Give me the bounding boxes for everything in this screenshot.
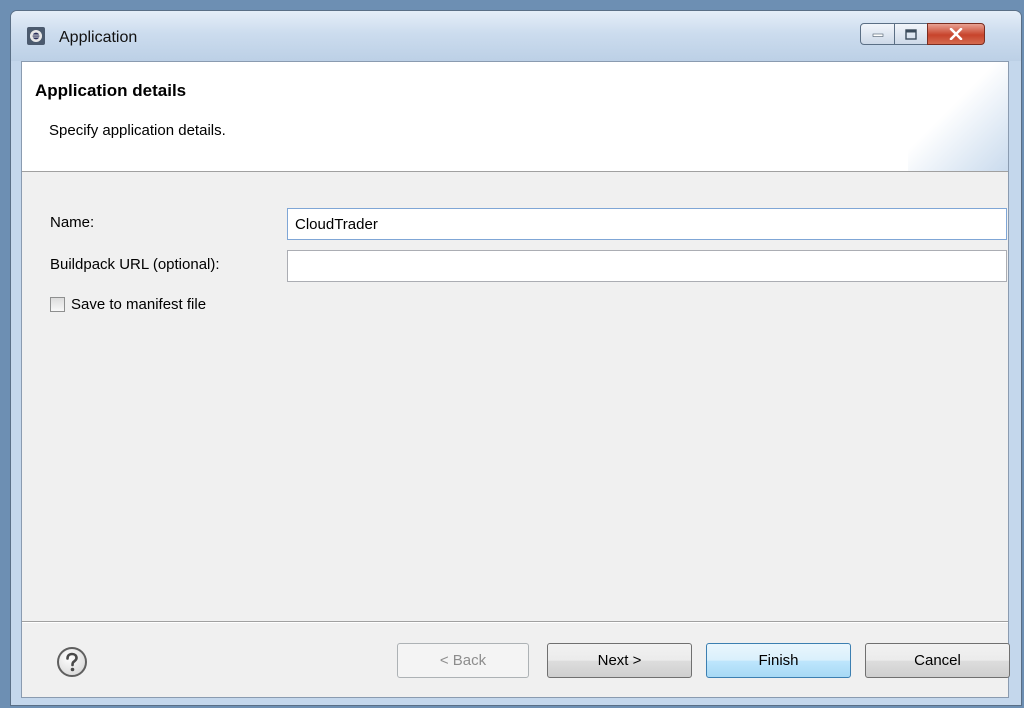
back-button[interactable]: < Back: [397, 643, 529, 678]
page-description: Specify application details.: [49, 122, 226, 139]
window-title: Application: [59, 29, 138, 46]
maximize-button[interactable]: [894, 23, 928, 45]
name-input[interactable]: [287, 208, 1007, 240]
name-label: Name:: [50, 214, 95, 231]
close-icon: [949, 28, 963, 40]
save-to-manifest-label[interactable]: Save to manifest file: [71, 296, 206, 313]
buildpack-url-label: Buildpack URL (optional):: [50, 256, 220, 273]
header-banner: Application details Specify application …: [22, 62, 1008, 172]
page-title: Application details: [35, 81, 187, 100]
cancel-button[interactable]: Cancel: [865, 643, 1010, 678]
save-to-manifest-checkbox[interactable]: [50, 297, 65, 312]
minimize-icon: [872, 33, 883, 37]
title-bar[interactable]: Application: [11, 11, 1021, 61]
next-button[interactable]: Next >: [547, 643, 692, 678]
application-dialog: Application Application details Specify …: [10, 10, 1022, 706]
footer-separator: [22, 621, 1008, 623]
eclipse-icon: [27, 27, 45, 45]
dialog-content: Application details Specify application …: [21, 61, 1010, 698]
help-icon[interactable]: [56, 646, 88, 678]
finish-button[interactable]: Finish: [706, 643, 851, 678]
close-button[interactable]: [927, 23, 985, 45]
minimize-button[interactable]: [860, 23, 895, 45]
maximize-icon: [905, 28, 917, 40]
banner-decoration: [908, 62, 1008, 171]
save-to-manifest-option[interactable]: Save to manifest file: [50, 296, 206, 313]
buildpack-url-input[interactable]: [287, 250, 1007, 282]
